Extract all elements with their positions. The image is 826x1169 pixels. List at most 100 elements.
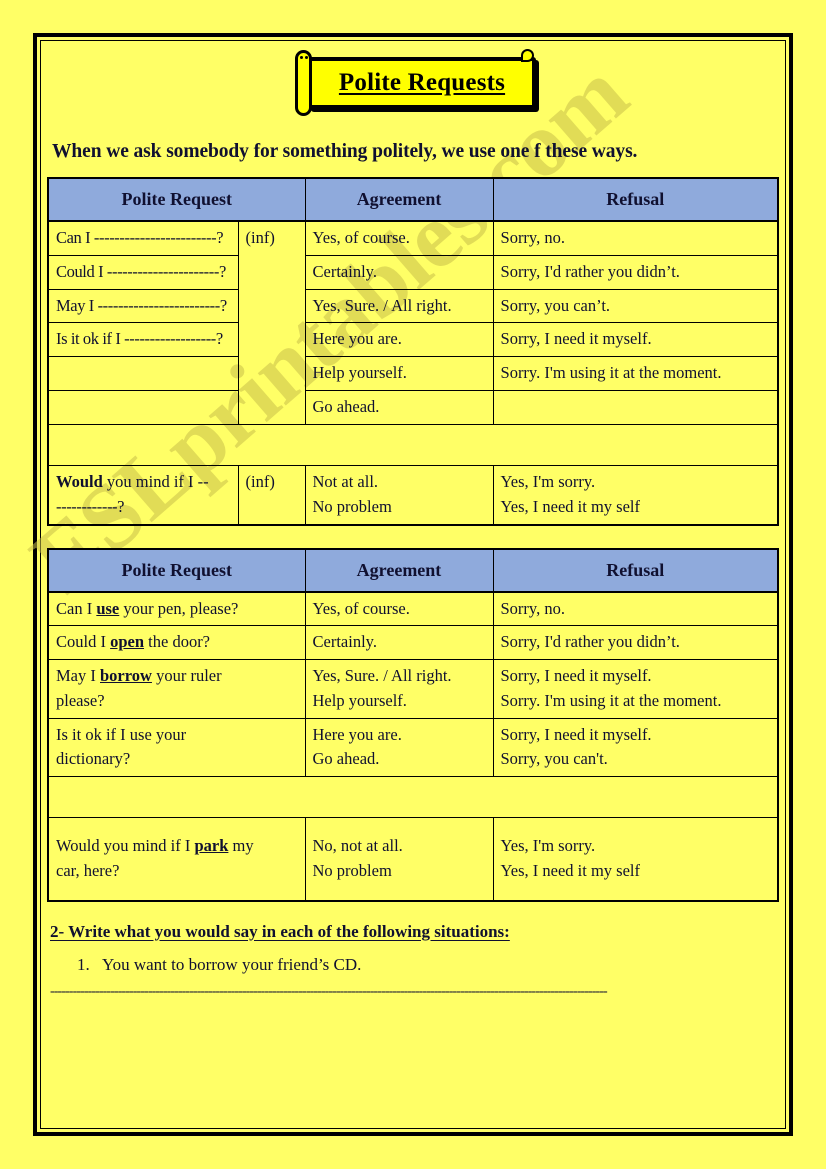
title-banner: Polite Requests [290, 45, 540, 117]
agreement-line-2: Go ahead. [312, 749, 380, 769]
table-row: May I ------------------------? Yes, Sur… [47, 288, 779, 324]
agreement-cell: Yes, Sure. / All right. [304, 288, 494, 324]
request-pre: Would you mind if I [56, 836, 195, 855]
refusal-line-2: Sorry, you can't. [500, 749, 608, 769]
refusal-cell: Sorry, no. [492, 590, 779, 627]
would-rest: you mind if I -- [102, 472, 209, 491]
refusal-line-2: Yes, I need it my self [500, 860, 640, 880]
refusal-cell: Sorry, I need it myself. [492, 322, 779, 357]
refusal-cell: Sorry, you can’t. [492, 288, 779, 324]
request-cell-empty [47, 356, 239, 391]
request-post: the door? [144, 632, 211, 652]
agreement-cell: Here you are. Go ahead. [304, 717, 494, 777]
agreement-cell: Help yourself. [304, 356, 494, 391]
request-line-2: car, here? [56, 860, 120, 880]
table-row: Help yourself. Sorry. I'm using it at th… [47, 356, 779, 391]
request-cell-would-mind: Would you mind if I park my car, here? [47, 817, 306, 901]
exercise-heading: 2- Write what you would say in each of t… [50, 921, 510, 941]
spacer-cell [47, 424, 779, 466]
header-polite-request: Polite Request [47, 548, 306, 592]
refusal-cell: Sorry, I need it myself. Sorry. I'm usin… [492, 659, 779, 719]
agreement-line-1: Not at all. [312, 472, 379, 491]
header-refusal: Refusal [492, 177, 779, 222]
request-pre: Can I [56, 598, 97, 618]
would-keyword: Would [56, 472, 103, 491]
agreement-cell: Certainly. [304, 254, 494, 290]
table-row: Is it ok if I ------------------? Here y… [47, 322, 779, 357]
table-row: Could I ----------------------? Certainl… [47, 254, 779, 290]
request-pre: Is it ok if I use your [56, 724, 187, 744]
table-row: Can I ------------------------? (inf) Ye… [47, 220, 779, 425]
header-agreement: Agreement [304, 177, 494, 222]
refusal-cell: Sorry, no. [492, 220, 779, 256]
agreement-cell: Yes, of course. [304, 590, 494, 627]
refusal-cell: Sorry. I'm using it at the moment. [492, 356, 779, 391]
agreement-cell: Certainly. [304, 625, 494, 660]
would-blank-line: ------------? [56, 496, 125, 516]
polite-requests-table-patterns: Polite Request Agreement Refusal Can I -… [47, 177, 780, 526]
answer-blank-line: ----------------------------------------… [50, 983, 608, 999]
request-cell: Can I use your pen, please? [47, 590, 306, 627]
request-cell: Can I ------------------------? [47, 220, 239, 256]
request-line-2: dictionary? [56, 749, 131, 769]
table-row: May I borrow your ruler please? Yes, Sur… [47, 659, 779, 719]
request-post: your ruler [151, 666, 222, 685]
request-keyword: use [96, 598, 120, 618]
agreement-line-1: No, not at all. [312, 836, 403, 855]
request-post: my [228, 836, 254, 855]
request-pre: May I [56, 666, 100, 685]
refusal-line-1: Sorry, I need it myself. [500, 724, 652, 744]
agreement-line-2: No problem [312, 496, 392, 516]
request-cell: May I ------------------------? [47, 288, 239, 324]
agreement-cell: Here you are. [304, 322, 494, 357]
request-post: your pen, please? [119, 598, 239, 618]
refusal-cell: Sorry, I'd rather you didn’t. [492, 625, 779, 660]
agreement-line-2: No problem [312, 860, 392, 880]
list-item: You want to borrow your friend’s CD. [94, 955, 779, 975]
agreement-cell: Not at all. No problem [304, 465, 494, 525]
table-row: Could I open the door? Certainly. Sorry,… [47, 625, 779, 660]
request-cell: Could I ----------------------? [47, 254, 239, 290]
refusal-line-2: Yes, I need it my self [500, 496, 640, 516]
agreement-line-1: Here you are. [312, 724, 402, 744]
exercise-section: 2- Write what you would say in each of t… [50, 922, 779, 1000]
table-spacer-row [47, 424, 779, 466]
refusal-line-1: Yes, I'm sorry. [500, 472, 596, 491]
page-title: Polite Requests [338, 69, 506, 96]
inf-marker-cell: (inf) [237, 220, 306, 425]
agreement-cell: No, not at all. No problem [304, 817, 494, 901]
table-spacer-row [47, 776, 779, 818]
exercise-list: You want to borrow your friend’s CD. [50, 955, 779, 975]
header-refusal: Refusal [492, 548, 779, 592]
agreement-line-1: Yes, Sure. / All right. [312, 666, 452, 685]
table-row: Is it ok if I use your dictionary? Here … [47, 717, 779, 777]
agreement-cell: Yes, Sure. / All right. Help yourself. [304, 659, 494, 719]
refusal-line-1: Sorry, I need it myself. [500, 666, 652, 685]
request-keyword: borrow [100, 666, 152, 685]
polite-requests-table-examples: Polite Request Agreement Refusal Can I u… [47, 547, 779, 902]
request-line-2: please? [56, 690, 105, 710]
agreement-cell: Yes, of course. [304, 220, 494, 256]
spacer-cell [47, 776, 779, 818]
request-cell: Is it ok if I use your dictionary? [47, 717, 306, 777]
table-row-would-mind: Would you mind if I park my car, here? N… [47, 817, 779, 901]
refusal-cell: Yes, I'm sorry. Yes, I need it my self [492, 817, 779, 901]
request-keyword: open [110, 632, 145, 652]
request-cell: Is it ok if I ------------------? [47, 322, 239, 357]
table-header-row: Polite Request Agreement Refusal [47, 548, 779, 592]
request-pre: Could I [56, 632, 111, 652]
intro-sentence: When we ask somebody for something polit… [52, 141, 638, 162]
agreement-line-2: Help yourself. [312, 690, 407, 710]
table-row: Can I use your pen, please? Yes, of cour… [47, 590, 779, 627]
request-cell-empty [47, 390, 239, 425]
header-polite-request: Polite Request [47, 177, 306, 222]
refusal-cell: Yes, I'm sorry. Yes, I need it my self [492, 465, 779, 525]
table-row: Go ahead. [47, 390, 779, 425]
refusal-cell: Sorry, I need it myself. Sorry, you can'… [492, 717, 779, 777]
request-cell: May I borrow your ruler please? [47, 659, 306, 719]
request-cell: Could I open the door? [47, 625, 306, 660]
request-cell-would-mind: Would you mind if I -- ------------? [47, 465, 239, 525]
refusal-cell-empty [492, 390, 779, 425]
agreement-cell: Go ahead. [304, 390, 494, 425]
request-keyword: park [194, 836, 229, 855]
